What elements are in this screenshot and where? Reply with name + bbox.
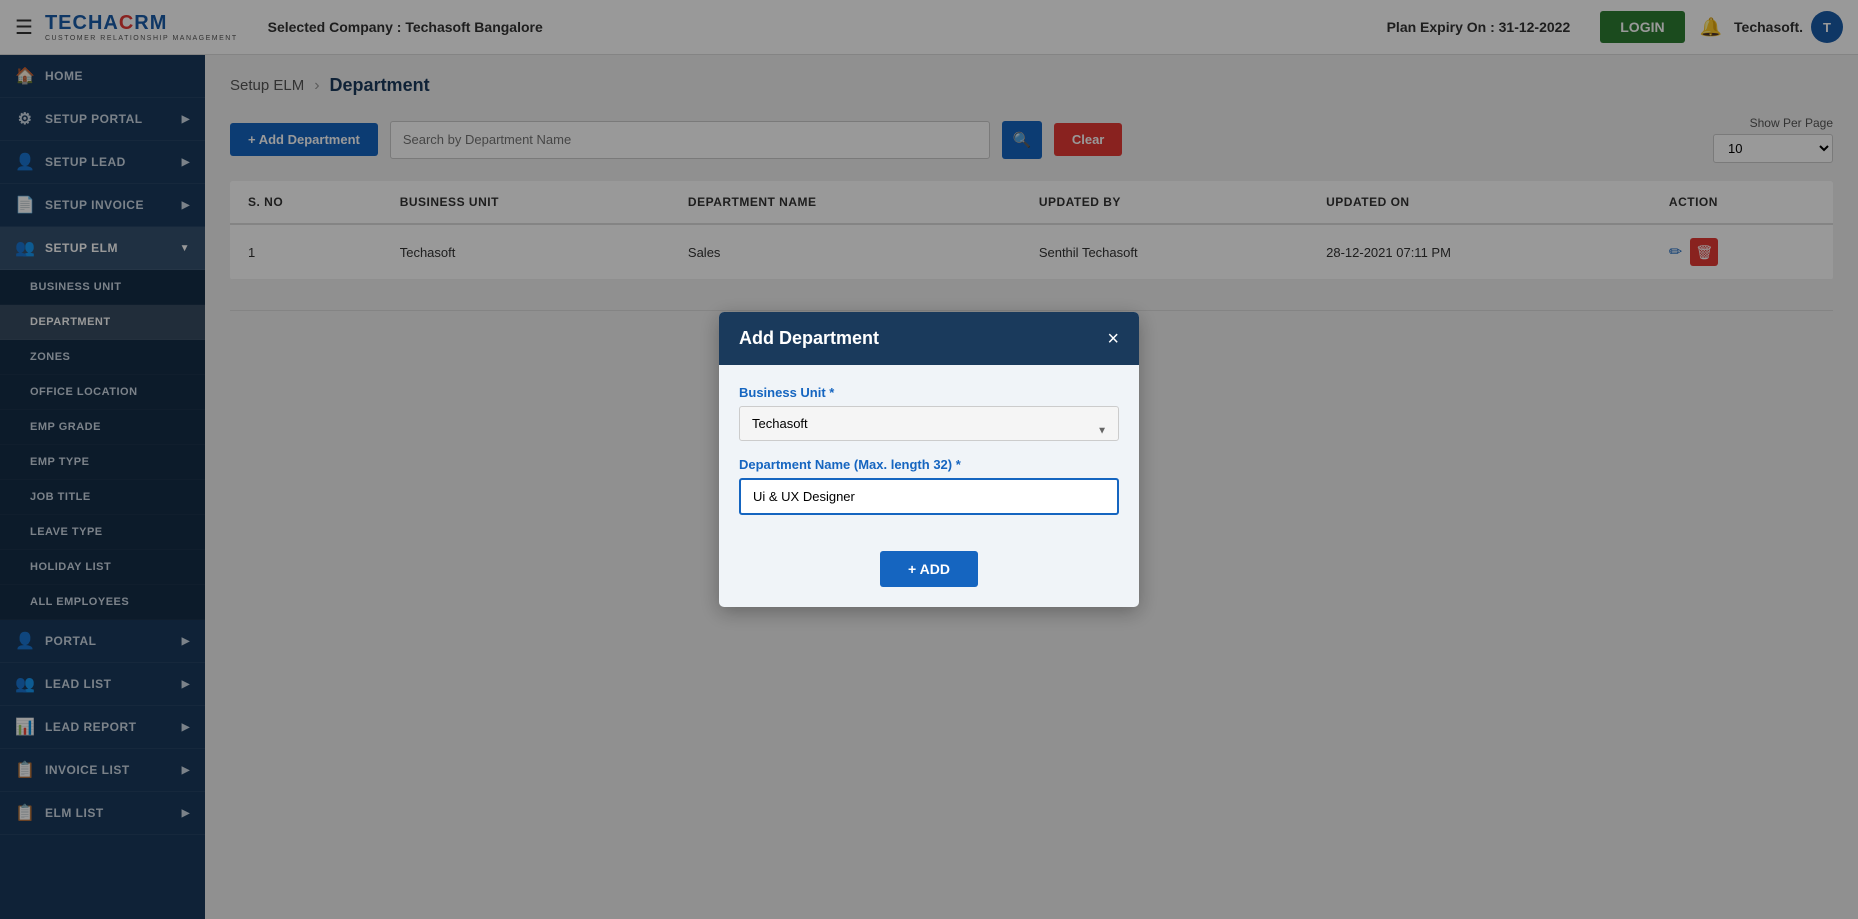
business-unit-select[interactable]: Techasoft	[739, 406, 1119, 441]
modal-title: Add Department	[739, 328, 879, 349]
modal-header: Add Department ×	[719, 312, 1139, 365]
business-unit-label: Business Unit *	[739, 385, 1119, 400]
add-button[interactable]: + ADD	[880, 551, 978, 587]
dept-name-input[interactable]	[739, 478, 1119, 515]
dept-name-label: Department Name (Max. length 32) *	[739, 457, 1119, 472]
modal-footer: + ADD	[719, 551, 1139, 607]
add-department-modal: Add Department × Business Unit * Techaso…	[719, 312, 1139, 607]
modal-close-button[interactable]: ×	[1107, 329, 1119, 349]
business-unit-select-wrapper: Techasoft	[739, 406, 1119, 457]
modal-body: Business Unit * Techasoft Department Nam…	[719, 365, 1139, 551]
modal-overlay[interactable]: Add Department × Business Unit * Techaso…	[0, 0, 1858, 919]
